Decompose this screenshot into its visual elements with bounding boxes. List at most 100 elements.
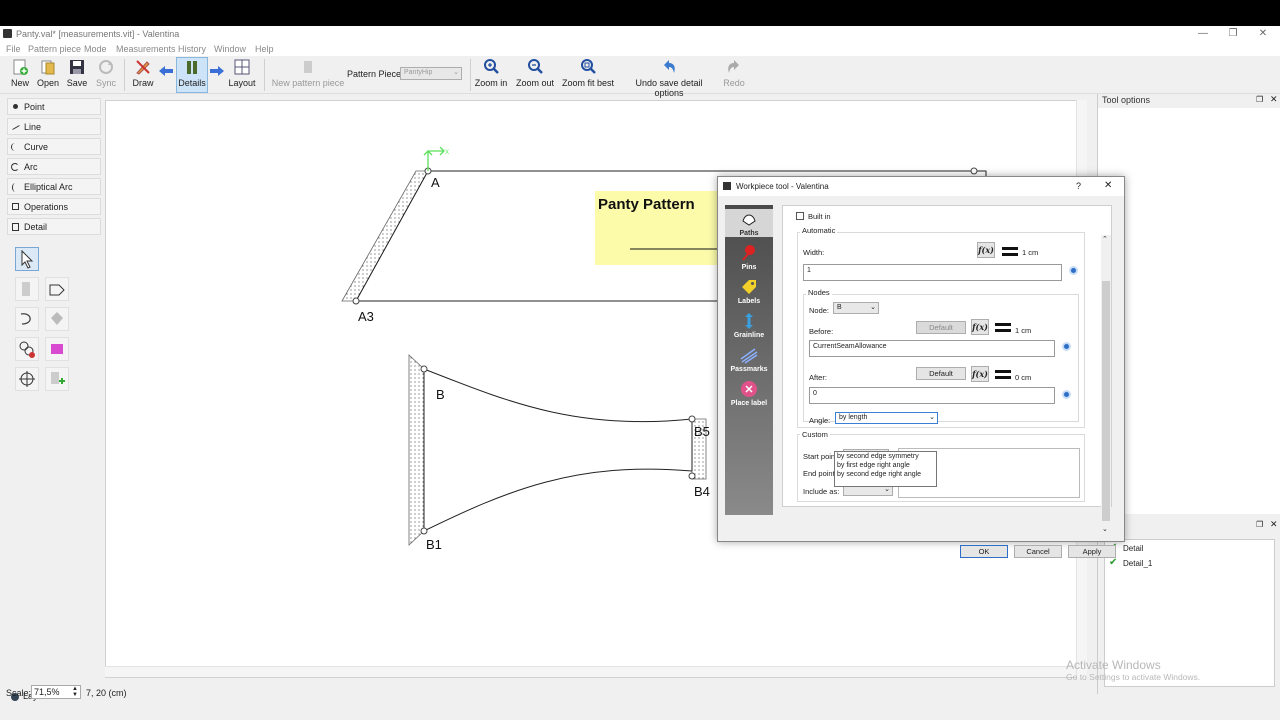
expand-icon[interactable] — [1062, 390, 1071, 399]
scroll-up-icon[interactable]: ⌃ — [1102, 235, 1108, 243]
details-icon — [187, 61, 197, 74]
pin-tool[interactable] — [45, 307, 69, 331]
new-button[interactable]: New — [8, 58, 32, 88]
ok-button[interactable]: OK — [960, 545, 1008, 558]
before-label: Before: — [809, 327, 834, 336]
tab-labels[interactable]: Labels — [725, 277, 773, 305]
before-default-button[interactable]: Default — [916, 321, 966, 334]
before-formula-button[interactable]: f(x) — [971, 319, 989, 335]
after-default-button[interactable]: Default — [916, 367, 966, 380]
point-corner-marker — [970, 167, 978, 175]
paths-icon — [742, 214, 756, 226]
float-icon[interactable]: ❐ — [1256, 520, 1263, 529]
details-label: Details — [178, 78, 206, 88]
layout-button[interactable]: Layout — [228, 58, 256, 88]
tab-paths[interactable]: Paths — [725, 209, 773, 237]
watermark-line2: Go to Settings to activate Windows. — [1066, 672, 1201, 682]
tab-grainline[interactable]: Grainline — [725, 311, 773, 339]
crosshair-tool[interactable] — [15, 367, 39, 391]
elliptical-arc-icon — [12, 183, 18, 192]
redo-button[interactable]: Redo — [722, 58, 746, 88]
close-window-button[interactable]: ✕ — [1248, 27, 1278, 41]
angle-select[interactable]: by length ⌄ — [835, 412, 938, 424]
width-label: Width: — [803, 248, 825, 257]
horizontal-scrollbar[interactable] — [105, 666, 1076, 677]
save-button[interactable]: Save — [65, 58, 89, 88]
detail-tool[interactable] — [15, 277, 39, 301]
cancel-button[interactable]: Cancel — [1014, 545, 1062, 558]
dialog-app-icon — [723, 182, 731, 190]
zoom-fit-button[interactable]: Zoom fit best — [561, 58, 615, 88]
angle-option[interactable]: by second edge symmetry — [837, 453, 919, 460]
width-formula-button[interactable]: f(x) — [977, 242, 995, 258]
category-point[interactable]: Point — [7, 98, 101, 115]
category-curve[interactable]: Curve — [7, 138, 101, 155]
close-icon[interactable]: ✕ — [1270, 94, 1278, 105]
list-item[interactable]: ✔ Detail — [1107, 542, 1272, 556]
category-line[interactable]: Line — [7, 118, 101, 135]
union-tool[interactable] — [45, 277, 69, 301]
tab-place-label[interactable]: Place label — [725, 379, 773, 407]
close-icon[interactable]: ✕ — [1270, 519, 1278, 530]
angle-option[interactable]: by second edge right angle — [837, 471, 921, 478]
select-pointer-tool[interactable] — [15, 247, 39, 271]
details-button[interactable]: Details — [176, 57, 208, 93]
app-icon — [3, 29, 12, 38]
scale-spinbox[interactable]: 71,5% ▲ ▼ — [31, 685, 81, 699]
zoom-fit-icon — [581, 59, 596, 74]
built-in-checkbox[interactable] — [796, 212, 804, 220]
dialog-close-button[interactable]: ✕ — [1104, 180, 1112, 191]
point-a3-marker — [352, 297, 360, 305]
menu-measurements[interactable]: Measurements — [116, 44, 176, 54]
tab-pins[interactable]: Pins — [725, 243, 773, 271]
menu-window[interactable]: Window — [214, 44, 246, 54]
expand-icon[interactable] — [1062, 342, 1071, 351]
category-operations[interactable]: Operations — [7, 198, 101, 215]
menu-help[interactable]: Help — [255, 44, 274, 54]
zoom-in-label: Zoom in — [474, 78, 508, 88]
width-field[interactable]: 1 — [803, 264, 1062, 281]
minimize-button[interactable]: — — [1188, 27, 1218, 41]
maximize-button[interactable]: ❐ — [1218, 27, 1248, 41]
list-item[interactable]: ✔ Detail_1 — [1107, 557, 1272, 571]
duplicate-detail-tool[interactable] — [45, 367, 69, 391]
undo-label: Undo save detail options — [635, 78, 703, 98]
float-icon[interactable]: ❐ — [1256, 95, 1263, 104]
arc-icon — [11, 163, 19, 171]
pin-icon — [51, 312, 63, 325]
category-detail[interactable]: Detail — [7, 218, 101, 235]
menu-mode[interactable]: Mode — [84, 44, 107, 54]
scroll-thumb[interactable] — [1102, 281, 1110, 521]
zoom-out-button[interactable]: Zoom out — [515, 58, 555, 88]
draw-button[interactable]: Draw — [130, 58, 156, 88]
after-formula-button[interactable]: f(x) — [971, 366, 989, 382]
category-elliptical-arc[interactable]: Elliptical Arc — [7, 178, 101, 195]
insert-node-tool[interactable] — [15, 337, 39, 361]
tab-paths-label: Paths — [739, 230, 759, 237]
new-pattern-piece-button[interactable]: New pattern piece — [270, 58, 346, 88]
os-top-bar — [0, 0, 1280, 26]
menu-file[interactable]: File — [6, 44, 21, 54]
sync-icon — [99, 60, 113, 74]
category-arc[interactable]: Arc — [7, 158, 101, 175]
expand-icon[interactable] — [1069, 266, 1078, 275]
apply-button[interactable]: Apply — [1068, 545, 1116, 558]
path-tool[interactable] — [15, 307, 39, 331]
sync-button[interactable]: Sync — [94, 58, 118, 88]
menu-history[interactable]: History — [178, 44, 206, 54]
scroll-down-icon[interactable]: ⌄ — [1102, 525, 1108, 533]
undo-button[interactable]: Undo save detail options — [621, 58, 717, 98]
dialog-scrollbar[interactable]: ⌃ ⌄ — [1101, 235, 1111, 535]
help-button[interactable]: ? — [1076, 181, 1081, 191]
menu-pattern-piece[interactable]: Pattern piece — [28, 44, 81, 54]
zoom-in-button[interactable]: Zoom in — [474, 58, 508, 88]
nodes-label: Nodes — [806, 288, 832, 297]
pattern-piece-select[interactable]: PantyHip ⌄ — [400, 67, 462, 80]
before-field[interactable]: CurrentSeamAllowance — [809, 340, 1055, 357]
angle-option[interactable]: by first edge right angle — [837, 462, 910, 469]
after-field[interactable]: 0 — [809, 387, 1055, 404]
place-label-tool[interactable] — [45, 337, 69, 361]
open-button[interactable]: Open — [36, 58, 60, 88]
tab-passmarks[interactable]: Passmarks — [725, 345, 773, 373]
node-select[interactable]: B ⌄ — [833, 302, 879, 314]
